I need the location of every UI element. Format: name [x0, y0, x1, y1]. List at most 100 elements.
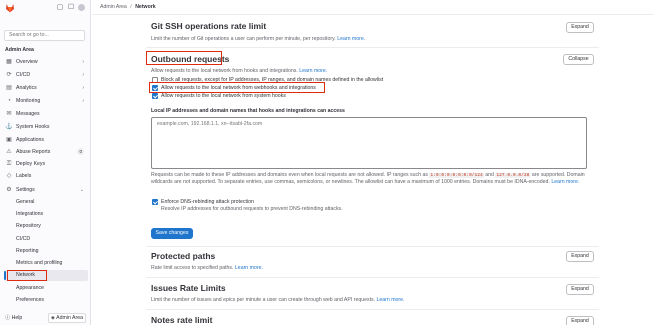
- ip-range-example-1: 1:0:0:0:0:0:0:0/124: [429, 173, 484, 178]
- chevron-down-icon: ⌄: [79, 187, 84, 193]
- help-text-and: and: [485, 172, 494, 178]
- overview-icon: ▦: [6, 59, 12, 65]
- dns-rebinding-checkbox[interactable]: [152, 199, 158, 205]
- topbar-divider: [92, 14, 654, 15]
- gitlab-logo-icon[interactable]: [5, 3, 15, 13]
- section-title-notes-rate-limit: Notes rate limit: [151, 315, 213, 325]
- help-label: Help: [11, 315, 23, 321]
- sidebar-item-label: Deploy Keys: [16, 161, 46, 167]
- help-button[interactable]: ⓘ Help: [5, 314, 22, 321]
- sidebar-item-label: Analytics: [16, 85, 37, 91]
- chevron-right-icon: ›: [82, 85, 84, 91]
- active-item-indicator: [4, 271, 6, 280]
- sidebar-item-monitoring[interactable]: ◔ Monitoring ›: [4, 96, 87, 106]
- network-highlight-box: [7, 270, 47, 281]
- dns-rebinding-label: Enforce DNS-rebinding attack protection: [161, 199, 254, 205]
- issues-learn-more-link[interactable]: Learn more.: [377, 297, 405, 303]
- help-icon: ⓘ: [5, 315, 12, 321]
- key-icon: ⚿: [6, 161, 12, 167]
- protected-learn-more-link[interactable]: Learn more.: [235, 265, 263, 271]
- sidebar-item-label: Applications: [16, 137, 44, 143]
- help-text-part-1: Requests can be made to these IP address…: [151, 172, 428, 178]
- git-ssh-desc-text: Limit the number of Git operations a use…: [151, 36, 336, 42]
- issues-icon[interactable]: ☐: [67, 4, 75, 12]
- section-divider: [146, 277, 599, 278]
- allowlist-help-text: Requests can be made to these IP address…: [151, 172, 591, 186]
- allowlist-textarea[interactable]: [151, 117, 587, 169]
- rocket-icon: ⟳: [6, 72, 12, 78]
- allow-system-hooks-checkbox[interactable]: [152, 93, 158, 99]
- sidebar-item-cicd[interactable]: ⟳ CI/CD ›: [4, 70, 87, 80]
- settings-sub-preferences[interactable]: Preferences: [16, 297, 44, 303]
- sidebar-item-label: Labels: [16, 173, 32, 179]
- outbound-learn-more-link[interactable]: Learn more.: [299, 68, 327, 74]
- section-divider: [146, 309, 599, 310]
- sidebar-toggle-icon[interactable]: ▢: [56, 4, 64, 12]
- settings-sub-general[interactable]: General: [16, 199, 34, 205]
- git-ssh-learn-more-link[interactable]: Learn more.: [337, 36, 365, 42]
- settings-sub-appearance[interactable]: Appearance: [16, 285, 44, 291]
- settings-sub-cicd[interactable]: CI/CD: [16, 236, 30, 242]
- warning-icon: ⚠: [6, 149, 12, 155]
- breadcrumb: Admin Area / Network: [100, 4, 156, 10]
- section-desc-issues-rate-limits: Limit the number of issues and epics per…: [151, 297, 405, 303]
- sidebar-item-label: Settings: [16, 187, 35, 193]
- breadcrumb-network[interactable]: Network: [135, 4, 155, 10]
- git-ssh-expand-button[interactable]: Expand: [566, 22, 594, 33]
- sidebar-item-messages[interactable]: ✉ Messages: [4, 109, 87, 119]
- settings-sub-reporting[interactable]: Reporting: [16, 248, 39, 254]
- sidebar-item-label: CI/CD: [16, 72, 31, 78]
- breadcrumb-separator: /: [130, 4, 132, 10]
- section-desc-outbound: Allow requests to the local network from…: [151, 68, 327, 74]
- sidebar-top: ▢ ☐: [0, 0, 91, 17]
- sidebar-item-applications[interactable]: ▣ Applications: [4, 135, 87, 145]
- sidebar-item-abuse-reports[interactable]: ⚠ Abuse Reports 0: [4, 147, 87, 157]
- admin-area-button[interactable]: ◈ Admin Area: [48, 313, 86, 323]
- settings-sub-repository[interactable]: Repository: [16, 223, 41, 229]
- dns-rebinding-help: Resolve IP addresses for outbound reques…: [161, 206, 343, 212]
- outbound-collapse-button[interactable]: Collapse: [563, 54, 594, 65]
- chevron-right-icon: ›: [82, 59, 84, 65]
- sidebar-item-settings[interactable]: ⚙ Settings ⌄: [4, 185, 87, 195]
- admin-area-title: Admin Area: [5, 47, 34, 53]
- sidebar: ▢ ☐ Search or go to... Admin Area ▦ Over…: [0, 0, 91, 325]
- settings-sub-integrations[interactable]: Integrations: [16, 211, 43, 217]
- section-desc-git-ssh: Limit the number of Git operations a use…: [151, 36, 365, 42]
- issues-expand-button[interactable]: Expand: [566, 284, 594, 295]
- issues-desc-text: Limit the number of issues and epics per…: [151, 297, 376, 303]
- search-input[interactable]: Search or go to...: [4, 30, 85, 41]
- hook-icon: ⚓: [5, 124, 13, 130]
- sidebar-item-system-hooks[interactable]: ⚓ System Hooks: [4, 122, 87, 132]
- sidebar-item-label: Monitoring: [16, 98, 41, 104]
- sidebar-item-overview[interactable]: ▦ Overview ›: [4, 57, 87, 67]
- breadcrumb-admin-area[interactable]: Admin Area: [100, 4, 127, 10]
- section-desc-protected-paths: Rate limit access to specified paths. Le…: [151, 265, 263, 271]
- sidebar-item-labels[interactable]: ◇ Labels: [4, 171, 87, 181]
- protected-expand-button[interactable]: Expand: [566, 251, 594, 262]
- avatar[interactable]: [78, 4, 85, 11]
- ip-range-example-2: 127.0.0.0/28: [495, 173, 531, 178]
- settings-sub-metrics[interactable]: Metrics and profiling: [16, 260, 62, 266]
- allow-system-hooks-label: Allow requests to the local network from…: [161, 93, 286, 99]
- section-divider: [146, 47, 599, 48]
- sidebar-item-label: System Hooks: [16, 124, 50, 130]
- notes-expand-button[interactable]: Expand: [566, 316, 594, 325]
- sidebar-item-label: Abuse Reports: [16, 149, 51, 155]
- label-icon: ◇: [6, 173, 12, 179]
- sidebar-item-analytics[interactable]: ▤ Analytics ›: [4, 83, 87, 93]
- allowlist-learn-more-link[interactable]: Learn more.: [551, 179, 579, 185]
- outbound-desc-text: Allow requests to the local network from…: [151, 68, 298, 74]
- sidebar-footer: ⓘ Help ◈ Admin Area: [0, 312, 91, 325]
- message-icon: ✉: [6, 111, 12, 117]
- section-title-protected-paths: Protected paths: [151, 251, 216, 261]
- section-divider: [146, 246, 599, 247]
- gear-icon: ⚙: [6, 187, 12, 193]
- sidebar-item-label: Messages: [16, 111, 40, 117]
- protected-desc-text: Rate limit access to specified paths.: [151, 265, 234, 271]
- sidebar-item-deploy-keys[interactable]: ⚿ Deploy Keys: [4, 159, 87, 169]
- allow-webhooks-highlight-box: [149, 82, 325, 93]
- save-changes-button[interactable]: Save changes: [151, 228, 193, 239]
- count-badge: 0: [77, 148, 84, 155]
- chevron-right-icon: ›: [82, 72, 84, 78]
- outbound-title-highlight-box: [146, 51, 222, 65]
